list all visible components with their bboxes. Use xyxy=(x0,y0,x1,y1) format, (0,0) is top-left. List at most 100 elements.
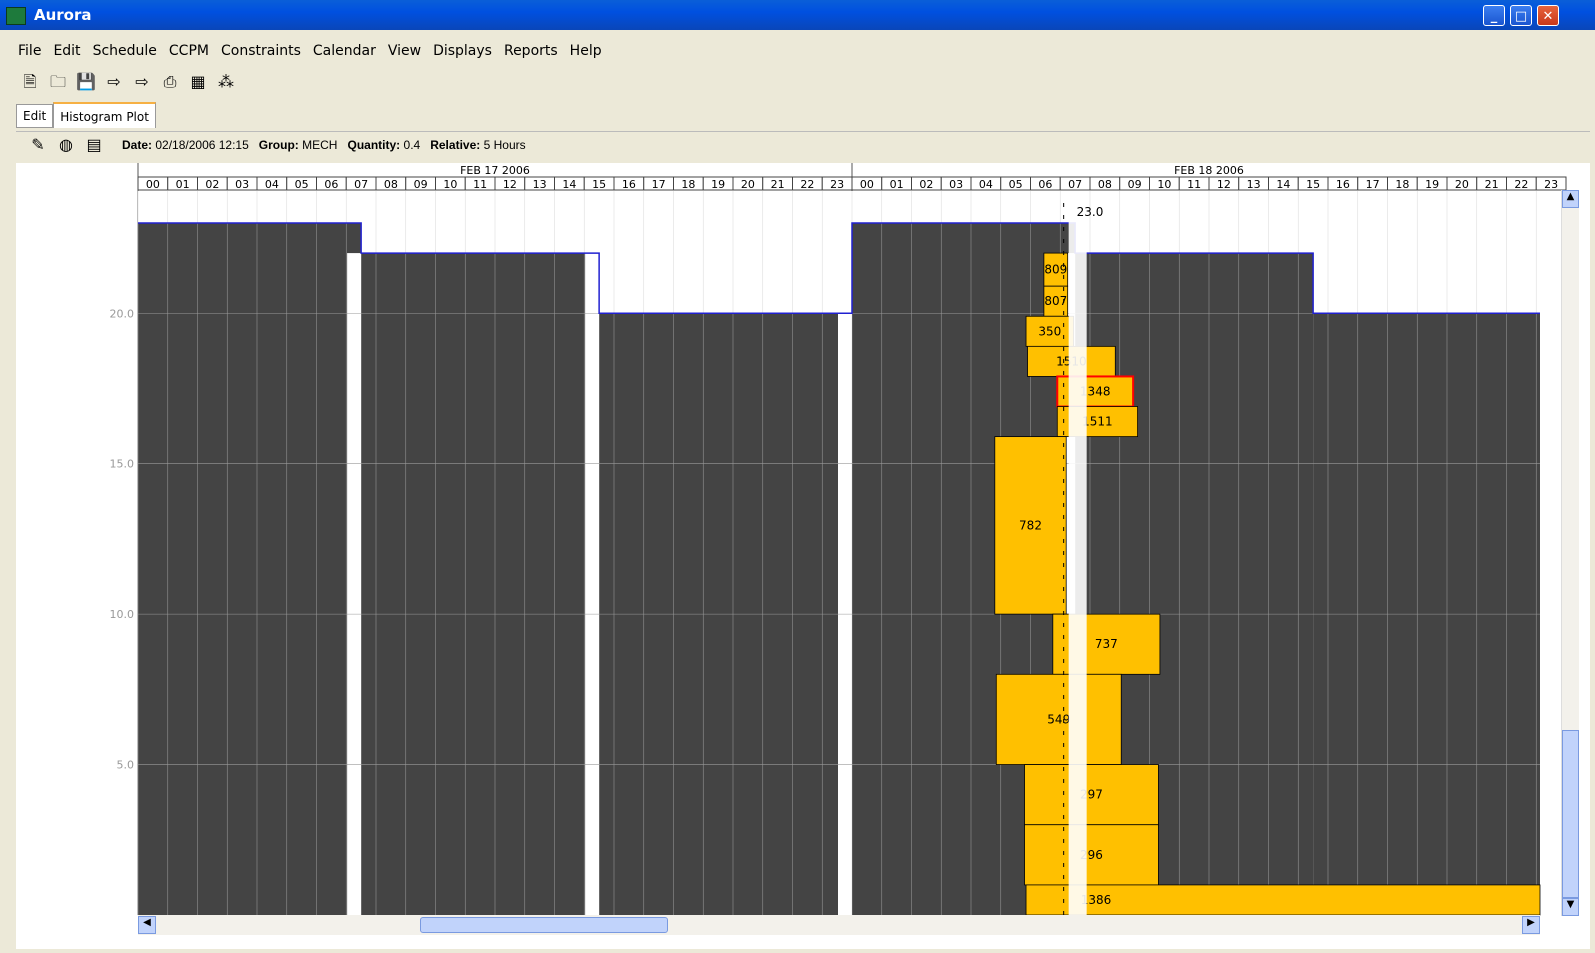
y-tick-label: 20.0 xyxy=(110,307,135,320)
group-value: MECH xyxy=(302,138,338,152)
hour-tick-label: 07 xyxy=(1068,178,1082,191)
hour-tick-label: 04 xyxy=(979,178,993,191)
hour-tick-label: 18 xyxy=(681,178,695,191)
menu-view[interactable]: View xyxy=(382,40,427,62)
hour-tick-label: 23 xyxy=(1544,178,1558,191)
maximize-button[interactable]: □ xyxy=(1510,5,1532,26)
tab-edit[interactable]: Edit xyxy=(16,104,54,128)
task-label: 549 xyxy=(1047,712,1070,726)
hour-tick-label: 00 xyxy=(860,178,874,191)
relative-label: Relative: xyxy=(430,138,481,152)
current-time-band xyxy=(1068,203,1087,915)
menu-schedule[interactable]: Schedule xyxy=(87,40,163,62)
info-bar: ✎ ◍ ▤ Date: 02/18/2006 12:15 Group: MECH Q… xyxy=(16,131,1590,158)
tab-strip: Edit Histogram Plot xyxy=(16,102,156,128)
task-label: 782 xyxy=(1019,518,1042,532)
hour-tick-label: 12 xyxy=(503,178,517,191)
scroll-right-icon[interactable]: ▶ xyxy=(1522,916,1540,934)
menu-calendar[interactable]: Calendar xyxy=(307,40,382,62)
hour-tick-label: 13 xyxy=(1247,178,1261,191)
menu-file[interactable]: File xyxy=(12,40,47,62)
hour-tick-label: 10 xyxy=(443,178,457,191)
hour-tick-label: 19 xyxy=(1425,178,1439,191)
quantity-value: 0.4 xyxy=(403,138,421,152)
hour-tick-label: 02 xyxy=(919,178,933,191)
hour-tick-label: 21 xyxy=(1485,178,1499,191)
vertical-scrollbar[interactable]: ▲ ▼ xyxy=(1561,190,1579,916)
y-tick-label: 15.0 xyxy=(110,458,135,471)
date-header-label: FEB 17 2006 xyxy=(460,164,530,177)
hour-tick-label: 15 xyxy=(1306,178,1320,191)
tab-histogram-plot[interactable]: Histogram Plot xyxy=(53,102,156,128)
hour-tick-label: 22 xyxy=(1514,178,1528,191)
hour-tick-label: 16 xyxy=(1336,178,1350,191)
hour-tick-label: 06 xyxy=(1038,178,1052,191)
y-tick-label: 10.0 xyxy=(110,608,135,621)
capacity-area xyxy=(138,223,362,915)
hour-tick-label: 15 xyxy=(592,178,606,191)
task-label: 737 xyxy=(1095,637,1118,651)
save-icon[interactable]: 💾 xyxy=(76,72,96,92)
toolbar: 🗎 🗀 💾 ⇨ ⇨ ⎙ ▦ ⁂ xyxy=(20,72,244,100)
calendar-icon[interactable]: ▦ xyxy=(188,72,208,92)
relative-value: 5 Hours xyxy=(483,138,526,152)
network-icon[interactable]: ⁂ xyxy=(216,72,236,92)
open-folder-icon[interactable]: 🗀 xyxy=(48,72,68,92)
hour-tick-label: 17 xyxy=(652,178,666,191)
print-icon[interactable]: ⎙ xyxy=(160,72,180,92)
horizontal-scroll-thumb[interactable] xyxy=(420,917,668,933)
hour-tick-label: 12 xyxy=(1217,178,1231,191)
hour-tick-label: 04 xyxy=(265,178,279,191)
menu-reports[interactable]: Reports xyxy=(498,40,564,62)
hour-tick-label: 03 xyxy=(949,178,963,191)
shift-gap xyxy=(585,253,600,915)
forward-icon[interactable]: ⇨ xyxy=(104,72,124,92)
date-value: 02/18/2006 12:15 xyxy=(155,138,249,152)
hour-tick-label: 17 xyxy=(1366,178,1380,191)
hour-tick-label: 01 xyxy=(890,178,904,191)
group-label: Group: xyxy=(258,138,299,152)
shift-gap xyxy=(347,253,362,915)
task-label: 350 xyxy=(1038,324,1061,338)
hour-tick-label: 05 xyxy=(295,178,309,191)
hour-tick-label: 11 xyxy=(473,178,487,191)
close-button[interactable]: ✕ xyxy=(1537,5,1559,26)
capacity-value-label: 23.0 xyxy=(1077,205,1104,219)
edit-note-icon[interactable]: ✎ xyxy=(28,136,48,156)
hour-tick-label: 22 xyxy=(800,178,814,191)
hour-tick-label: 14 xyxy=(1276,178,1290,191)
menu-ccpm[interactable]: CCPM xyxy=(163,40,215,62)
date-header-label: FEB 18 2006 xyxy=(1174,164,1244,177)
hour-tick-label: 11 xyxy=(1187,178,1201,191)
hour-tick-label: 23 xyxy=(830,178,844,191)
hour-tick-label: 01 xyxy=(176,178,190,191)
aurora-app-icon xyxy=(6,7,26,25)
scroll-left-icon[interactable]: ◀ xyxy=(138,916,156,934)
scroll-down-icon[interactable]: ▼ xyxy=(1562,898,1579,916)
new-document-icon[interactable]: 🗎 xyxy=(20,72,40,92)
hour-tick-label: 14 xyxy=(562,178,576,191)
vertical-scroll-thumb[interactable] xyxy=(1562,730,1579,898)
hour-tick-label: 03 xyxy=(235,178,249,191)
window-title: Aurora xyxy=(34,6,92,24)
palette-icon[interactable]: ◍ xyxy=(56,136,76,156)
forward-icon[interactable]: ⇨ xyxy=(132,72,152,92)
horizontal-scrollbar[interactable]: ◀ ▶ xyxy=(138,915,1540,935)
hour-tick-label: 09 xyxy=(1128,178,1142,191)
report-icon[interactable]: ▤ xyxy=(84,136,104,156)
shift-gap xyxy=(838,253,852,915)
histogram-svg[interactable]: FEB 17 2006 FEB 18 2006 00 01 02 03 04 05 06 07 08… xyxy=(16,163,1590,949)
hour-tick-label: 13 xyxy=(533,178,547,191)
minimize-button[interactable]: _ xyxy=(1483,5,1505,26)
hour-tick-label: 16 xyxy=(622,178,636,191)
title-bar: Aurora _ □ ✕ xyxy=(0,0,1595,30)
menu-edit[interactable]: Edit xyxy=(47,40,86,62)
histogram-plot-area[interactable]: FEB 17 2006 FEB 18 2006 00 01 02 03 04 05 06 07 08… xyxy=(16,163,1590,949)
scroll-up-icon[interactable]: ▲ xyxy=(1562,190,1579,208)
hour-tick-label: 07 xyxy=(354,178,368,191)
menu-constraints[interactable]: Constraints xyxy=(215,40,307,62)
menu-displays[interactable]: Displays xyxy=(427,40,498,62)
hour-tick-label: 19 xyxy=(711,178,725,191)
menu-help[interactable]: Help xyxy=(564,40,608,62)
hour-tick-label: 20 xyxy=(1455,178,1469,191)
